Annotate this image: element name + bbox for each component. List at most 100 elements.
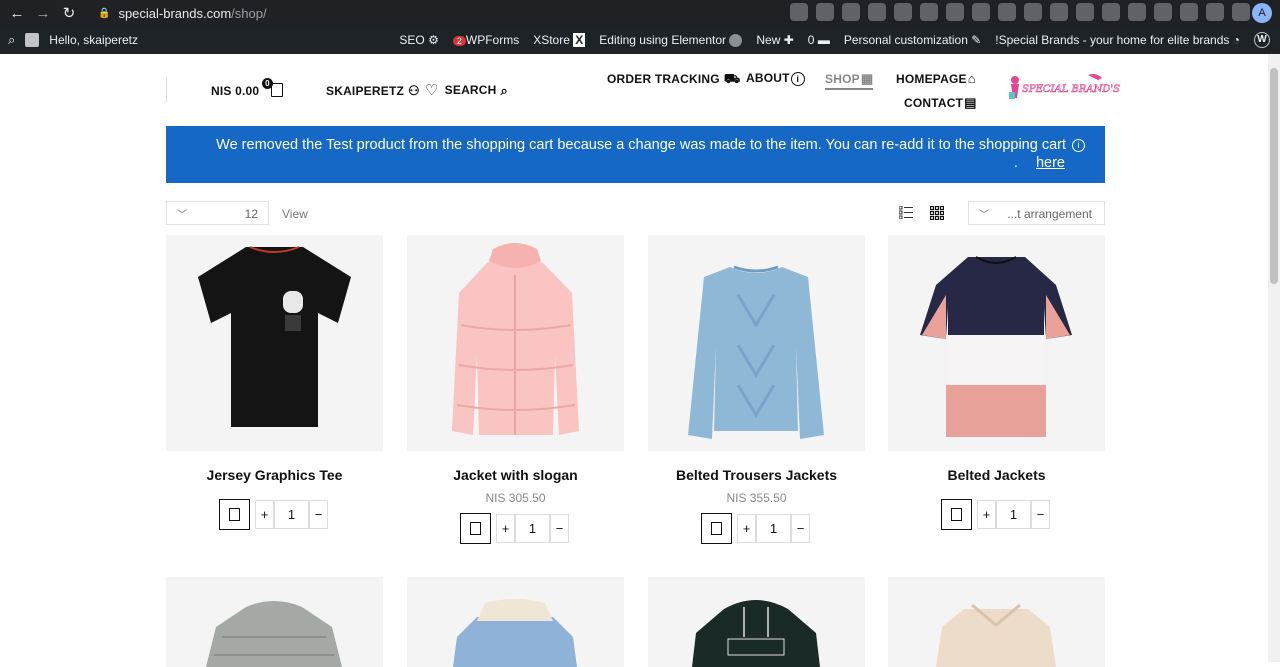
reload-icon[interactable]: ↻ — [60, 4, 78, 22]
product-image[interactable] — [648, 235, 865, 451]
add-to-cart-button[interactable] — [701, 513, 732, 544]
cart-notice-banner: We removed the Test product from the sho… — [166, 126, 1105, 183]
product-name[interactable]: Jersey Graphics Tee — [166, 467, 383, 485]
comments-menu[interactable]: 0 ▬ — [808, 33, 830, 47]
bag-icon — [951, 508, 962, 521]
back-icon[interactable]: ← — [8, 5, 26, 22]
add-to-cart-button[interactable] — [219, 499, 250, 530]
search-link[interactable]: ♡ SEARCH ⌕ — [425, 81, 508, 99]
cart-count-badge: 0 — [262, 78, 273, 89]
extensions-tray — [790, 3, 1250, 21]
nav-order-tracking[interactable]: ORDER TRACKING ⛟ — [607, 71, 740, 89]
xstore-menu[interactable]: XStore X — [533, 33, 586, 47]
user-icon: ⚇ — [408, 83, 420, 98]
site-menu[interactable]: !Special Brands - your home for elite br… — [995, 33, 1240, 47]
new-menu[interactable]: New ✚ — [756, 33, 793, 47]
extension-icon[interactable] — [1154, 3, 1172, 21]
bag-icon — [711, 522, 722, 535]
extension-icon[interactable] — [1180, 3, 1198, 21]
sidepanel-icon[interactable] — [1232, 3, 1250, 21]
qty-input[interactable]: 1 — [274, 500, 309, 529]
elementor-menu[interactable]: Editing using Elementor — [599, 32, 743, 48]
product-image[interactable] — [888, 577, 1105, 667]
nav-about[interactable]: ABOUT i — [746, 71, 805, 86]
elementor-label: Editing using Elementor — [599, 32, 727, 47]
scrollbar-thumb[interactable] — [1270, 68, 1278, 284]
tshirt-black-image — [198, 246, 351, 427]
translate-icon[interactable] — [790, 3, 808, 21]
product-image[interactable] — [166, 235, 383, 451]
product-image[interactable] — [407, 235, 624, 451]
profile-avatar[interactable]: A — [1252, 3, 1272, 23]
truck-icon: ⛟ — [723, 71, 741, 86]
qty-input[interactable]: 1 — [515, 514, 550, 543]
forward-icon[interactable]: → — [34, 5, 52, 22]
puzzle-icon[interactable] — [1206, 3, 1224, 21]
extension-icon[interactable] — [1128, 3, 1146, 21]
extension-icon[interactable] — [868, 3, 886, 21]
add-to-cart-button[interactable] — [941, 499, 972, 530]
comments-count: 0 — [807, 33, 815, 47]
add-to-cart-row: + 1 − — [166, 499, 383, 531]
re-add-link[interactable]: here — [1036, 155, 1065, 171]
address-bar[interactable]: 🔒 special-brands.com/shop/ — [98, 6, 267, 21]
add-to-cart-button[interactable] — [460, 513, 491, 544]
search-icon[interactable]: ⌕ — [8, 32, 15, 48]
nav-contact[interactable]: CONTACT▤ — [904, 95, 977, 111]
grid-view-icon[interactable] — [929, 205, 945, 221]
product-image[interactable] — [407, 577, 624, 667]
qty-plus-button[interactable]: + — [496, 514, 515, 543]
product-name[interactable]: Belted Jackets — [888, 467, 1105, 485]
wordpress-icon[interactable]: W — [1254, 32, 1270, 48]
notice-link-prefix: . — [1013, 155, 1022, 171]
seo-label: SEO — [399, 33, 425, 47]
qty-plus-button[interactable]: + — [255, 500, 274, 529]
account-label: SKAIPERETZ — [326, 84, 405, 98]
product-image[interactable] — [166, 577, 383, 667]
product-image[interactable] — [648, 577, 865, 667]
customize-menu[interactable]: Personal customization ✎ — [844, 33, 981, 47]
cart-button[interactable]: NIS 0.00 0 — [211, 78, 283, 98]
qty-minus-button[interactable]: − — [1031, 500, 1050, 529]
nav-homepage[interactable]: HOMEPAGE⌂ — [896, 71, 976, 86]
page-scrollbar[interactable] — [1268, 54, 1280, 662]
nav-shop[interactable]: SHOP▦ — [825, 71, 874, 90]
qty-input[interactable]: 1 — [756, 514, 791, 543]
url-path: /shop/ — [231, 5, 267, 21]
black-hoodie-image — [692, 600, 820, 667]
product-name[interactable]: Jacket with slogan — [407, 467, 624, 485]
qty-plus-button[interactable]: + — [737, 514, 756, 543]
qty-plus-button[interactable]: + — [977, 500, 996, 529]
extension-icon[interactable] — [1076, 3, 1094, 21]
product-image[interactable] — [888, 235, 1105, 451]
add-to-cart-row: + 1 − — [648, 513, 865, 545]
greeting[interactable]: Hello, skaiperetz — [49, 33, 138, 47]
extension-icon[interactable] — [920, 3, 938, 21]
qty-minus-button[interactable]: − — [791, 514, 810, 543]
product-card: Jersey Graphics Tee + 1 − — [166, 235, 383, 531]
extension-icon[interactable] — [946, 3, 964, 21]
qty-minus-button[interactable]: − — [550, 514, 569, 543]
sort-select[interactable]: ﹀ ...t arrangement — [968, 201, 1105, 225]
wpforms-menu[interactable]: 2 WPForms — [452, 33, 519, 47]
extension-icon[interactable] — [972, 3, 990, 21]
extension-icon[interactable] — [1024, 3, 1042, 21]
qty-input[interactable]: 1 — [996, 500, 1031, 529]
heart-icon[interactable]: ♡ — [425, 82, 439, 99]
notice-message: We removed the Test product from the sho… — [216, 137, 1066, 153]
per-page-select[interactable]: ﹀ 12 — [166, 201, 269, 225]
seo-menu[interactable]: SEO ⚙ — [399, 33, 438, 47]
extension-icon[interactable] — [998, 3, 1016, 21]
list-view-icon[interactable] — [898, 205, 913, 220]
qty-minus-button[interactable]: − — [309, 500, 328, 529]
account-link[interactable]: SKAIPERETZ ⚇ — [326, 83, 420, 99]
site-logo[interactable]: SPECIAL BRAND'S — [1006, 72, 1120, 106]
product-name[interactable]: Belted Trousers Jackets — [648, 467, 865, 485]
share-icon[interactable] — [816, 3, 834, 21]
extension-icon[interactable] — [1050, 3, 1068, 21]
extension-icon[interactable] — [1102, 3, 1120, 21]
extension-icon[interactable] — [894, 3, 912, 21]
product-card: Belted Jackets + 1 − — [888, 235, 1105, 531]
star-icon[interactable] — [842, 3, 860, 21]
view-label: View — [282, 207, 308, 221]
